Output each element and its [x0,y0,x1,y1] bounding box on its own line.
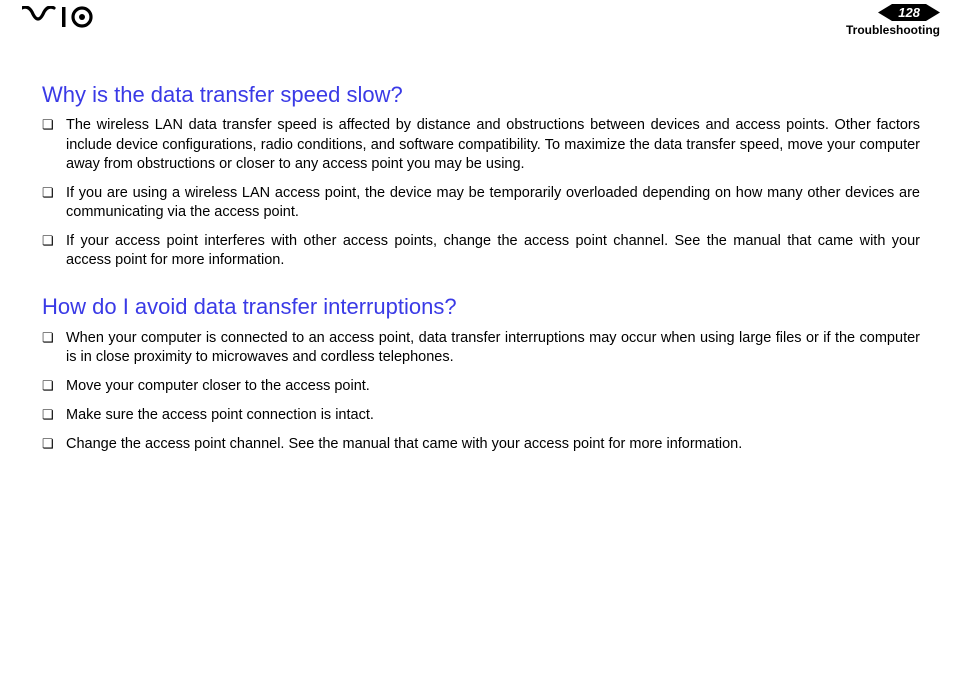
heading-q1: Why is the data transfer speed slow? [42,82,920,108]
section-title: Troubleshooting [846,23,940,37]
page-number: 128 [892,4,926,21]
heading-q2: How do I avoid data transfer interruptio… [42,294,920,320]
list-item: The wireless LAN data transfer speed is … [42,116,920,173]
prev-page-arrow-icon[interactable] [878,4,892,21]
bullet-list-q1: The wireless LAN data transfer speed is … [42,116,920,270]
page-navigation: 128 Troubleshooting [846,4,940,37]
document-page: 128 Troubleshooting Why is the data tran… [0,0,954,674]
list-item: Make sure the access point connection is… [42,406,920,425]
vaio-logo [22,6,112,28]
list-item: If your access point interferes with oth… [42,232,920,270]
list-item: If you are using a wireless LAN access p… [42,184,920,222]
list-item: When your computer is connected to an ac… [42,329,920,367]
list-item: Change the access point channel. See the… [42,435,920,454]
page-content: Why is the data transfer speed slow? The… [0,58,954,454]
page-header: 128 Troubleshooting [0,0,954,58]
next-page-arrow-icon[interactable] [926,4,940,21]
bullet-list-q2: When your computer is connected to an ac… [42,329,920,455]
list-item: Move your computer closer to the access … [42,377,920,396]
